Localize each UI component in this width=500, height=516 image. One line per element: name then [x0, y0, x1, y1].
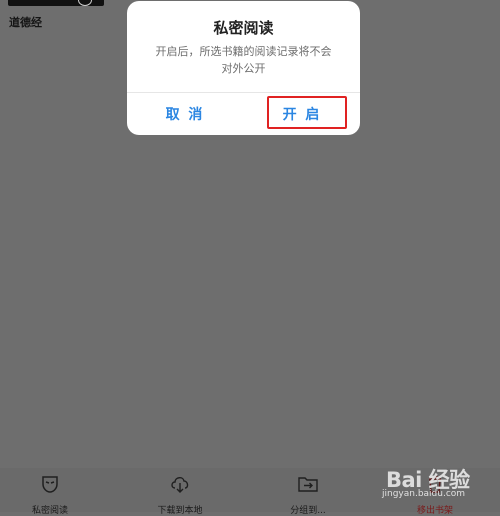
toolbar-label-download: 下载到本地: [157, 506, 203, 516]
toolbar-item-private-reading[interactable]: 私密阅读: [5, 474, 95, 516]
dialog-message-line-2: 对外公开: [221, 62, 266, 75]
toolbar-item-download[interactable]: 下载到本地: [135, 474, 225, 516]
baidu-jingyan-watermark: Bai 经验 jingyan.baidu.com: [378, 458, 498, 510]
dialog-message-line-1: 开启后，所选书籍的阅读记录将不会: [155, 45, 332, 58]
dialog-title: 私密阅读: [213, 19, 274, 37]
book-cover[interactable]: [8, 0, 104, 6]
cancel-button[interactable]: 取 消: [127, 93, 243, 135]
enable-button-highlight: [267, 96, 347, 129]
toolbar-item-group[interactable]: 分组到...: [263, 474, 353, 516]
book-cover-decoration: [78, 0, 92, 6]
cloud-download-icon: [171, 477, 189, 493]
toolbar-label-private-reading: 私密阅读: [31, 506, 68, 516]
book-title[interactable]: 道德经: [9, 14, 42, 30]
folder-move-icon: [298, 477, 318, 492]
dialog-message: 开启后，所选书籍的阅读记录将不会 对外公开: [145, 43, 342, 77]
watermark-url: jingyan.baidu.com: [382, 489, 466, 499]
mask-icon: [42, 476, 58, 493]
toolbar-label-group: 分组到...: [290, 506, 326, 516]
